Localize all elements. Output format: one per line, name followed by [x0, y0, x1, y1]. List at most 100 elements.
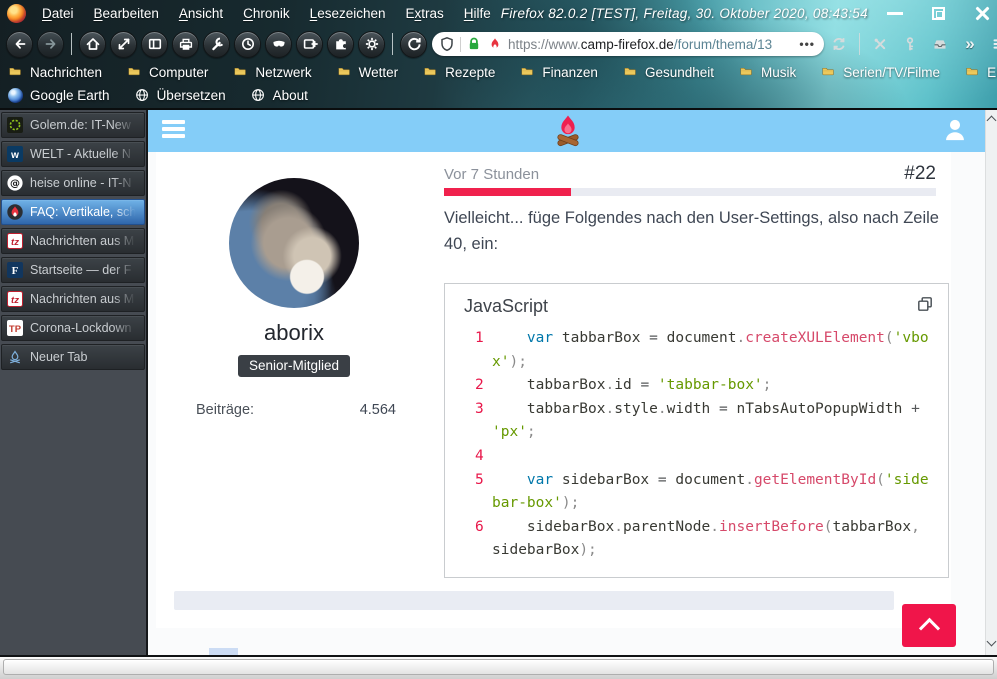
home-icon	[85, 36, 101, 52]
history-clock-button[interactable]	[234, 31, 261, 58]
menu-bar: DateiBearbeitenAnsichtChronikLesezeichen…	[0, 0, 997, 27]
campfire-flame-icon	[7, 204, 23, 220]
key-button[interactable]	[897, 30, 923, 58]
bookmarks-toolbar-row2: Google Earth Übersetzen About	[0, 84, 997, 107]
bookmark-wetter[interactable]: Wetter	[337, 65, 399, 80]
bookmark-label: Gesundheit	[645, 65, 714, 80]
expand-arrows-icon	[116, 36, 132, 52]
svg-text:@: @	[10, 178, 20, 189]
tab-neuer-tab[interactable]: Neuer Tab	[1, 344, 145, 370]
tab-label: Neuer Tab	[30, 350, 139, 364]
page-scrollbar[interactable]	[985, 110, 997, 655]
bookmark-about[interactable]: About	[251, 88, 308, 103]
tools-cross-button[interactable]	[867, 30, 893, 58]
bookmarks-toolbar-row1: Nachrichten Computer Netzwerk Wetter Rezepte…	[0, 61, 997, 84]
tab-golem-de-it-new[interactable]: Golem.de: IT-New	[1, 112, 145, 138]
status-bar	[0, 655, 997, 679]
scrollbar-up-arrow[interactable]	[987, 116, 997, 126]
reload-button[interactable]	[400, 31, 427, 58]
menu-bearbeiten[interactable]: Bearbeiten	[84, 6, 169, 21]
forum-menu-button[interactable]	[162, 120, 185, 141]
vertical-tabs-sidebar: Golem.de: IT-New wWELT - Aktuelle N @heise…	[0, 110, 147, 655]
sync-arrows-button[interactable]	[826, 30, 852, 58]
user-account-button[interactable]	[942, 117, 968, 148]
bookmark-musik[interactable]: Musik	[739, 65, 796, 80]
campfire-logo[interactable]	[553, 114, 583, 152]
navigation-toolbar: https://www.camp-firefox.de/forum/thema/…	[0, 27, 997, 61]
tab-nachrichten-aus-m[interactable]: tzNachrichten aus M	[1, 286, 145, 312]
code-block: JavaScript 1 var tabbarBox = document.cr…	[444, 283, 949, 578]
menu-ansicht[interactable]: Ansicht	[169, 6, 233, 21]
bookmark-rezepte[interactable]: Rezepte	[423, 65, 495, 80]
svg-text:F: F	[12, 265, 19, 277]
bookmark-netzwerk[interactable]: Netzwerk	[233, 65, 311, 80]
code-line: 5 var sidebarBox = document.getElementBy…	[445, 469, 948, 516]
menu-datei[interactable]: Datei	[32, 6, 84, 21]
bookmark-einkaufen[interactable]: Einkaufen	[965, 65, 997, 80]
minimize-button[interactable]	[882, 5, 908, 23]
chevron-double-button[interactable]: »	[957, 30, 983, 58]
site-favicon-icon	[487, 36, 503, 52]
url-bar[interactable]: https://www.camp-firefox.de/forum/thema/…	[432, 32, 824, 56]
tracking-shield-icon[interactable]	[439, 36, 455, 52]
code-line: 3 tabbarBox.style.width = nTabsAutoPopup…	[445, 398, 948, 445]
bookmark-übersetzen[interactable]: Übersetzen	[135, 88, 226, 103]
tab-nachrichten-aus-m[interactable]: tzNachrichten aus M	[1, 228, 145, 254]
mail-tray-button[interactable]	[927, 30, 953, 58]
menu-lesezeichen[interactable]: Lesezeichen	[300, 6, 396, 21]
folder-icon	[423, 66, 438, 79]
menu-hilfe[interactable]: Hilfe	[454, 6, 501, 21]
post-number[interactable]: #22	[904, 163, 936, 185]
maximize-button[interactable]	[926, 5, 952, 23]
bookmark-gesundheit[interactable]: Gesundheit	[623, 65, 714, 80]
tab-welt-aktuelle-n[interactable]: wWELT - Aktuelle N	[1, 141, 145, 167]
gear-button[interactable]	[358, 31, 385, 58]
gear-icon	[364, 36, 380, 52]
printer-button[interactable]	[172, 31, 199, 58]
code-lines: 1 var tabbarBox = document.createXULElem…	[445, 327, 948, 563]
menu-chronik[interactable]: Chronik	[233, 6, 300, 21]
username[interactable]: aborix	[174, 320, 414, 346]
toolbar-separator	[392, 33, 393, 55]
folder-icon	[520, 66, 535, 79]
folder-icon	[821, 66, 836, 79]
url-overflow-dots[interactable]: •••	[799, 37, 815, 51]
privacy-mask-button[interactable]	[265, 31, 292, 58]
puzzle-piece-button[interactable]	[327, 31, 354, 58]
code-line: 4	[445, 445, 948, 469]
sidebar-panel-button[interactable]	[141, 31, 168, 58]
bookmark-nachrichten[interactable]: Nachrichten	[8, 65, 102, 80]
tab-corona-lockdown[interactable]: TPCorona-Lockdown	[1, 315, 145, 341]
wrench-button[interactable]	[203, 31, 230, 58]
post-header: Vor 7 Stunden #22	[444, 163, 936, 185]
scrollbar-down-arrow[interactable]	[987, 637, 997, 647]
tab-heise-online-it-n[interactable]: @heise online - IT-N	[1, 170, 145, 196]
scroll-to-top-button[interactable]	[902, 604, 956, 647]
line-number: 4	[445, 445, 492, 469]
globe-grid-icon	[135, 88, 150, 103]
back-arrow-button[interactable]	[6, 31, 33, 58]
bookmark-serien-tv-filme[interactable]: Serien/TV/Filme	[821, 65, 940, 80]
tz-logo-icon: tz	[7, 233, 23, 249]
expand-arrows-button[interactable]	[110, 31, 137, 58]
folder-icon	[8, 66, 23, 79]
bookmark-google-earth[interactable]: Google Earth	[8, 88, 110, 103]
tab-label: WELT - Aktuelle N	[30, 147, 139, 161]
bookmark-computer[interactable]: Computer	[127, 65, 208, 80]
copy-icon[interactable]	[916, 295, 934, 318]
bookmark-finanzen[interactable]: Finanzen	[520, 65, 598, 80]
forum-post: aborix Senior-Mitglied Beiträge: 4.564 V…	[156, 152, 951, 628]
home-button[interactable]	[79, 31, 106, 58]
menu-extras[interactable]: Extras	[396, 6, 454, 21]
tab-startseite-der-f[interactable]: FStartseite — der F	[1, 257, 145, 283]
close-button[interactable]	[970, 5, 996, 23]
post-timestamp[interactable]: Vor 7 Stunden	[444, 166, 539, 183]
bookmark-label: About	[273, 88, 308, 103]
tab-faq-vertikale-sch[interactable]: FAQ: Vertikale, sch	[1, 199, 145, 225]
code-text: tabbarBox.style.width = nTabsAutoPopupWi…	[492, 398, 933, 445]
avatar[interactable]	[229, 178, 359, 308]
forward-arrow-button[interactable]	[37, 31, 64, 58]
new-tab-plus-button[interactable]	[296, 31, 323, 58]
url-text[interactable]: https://www.camp-firefox.de/forum/thema/…	[508, 37, 794, 52]
hamburger-menu-button[interactable]	[987, 30, 997, 58]
